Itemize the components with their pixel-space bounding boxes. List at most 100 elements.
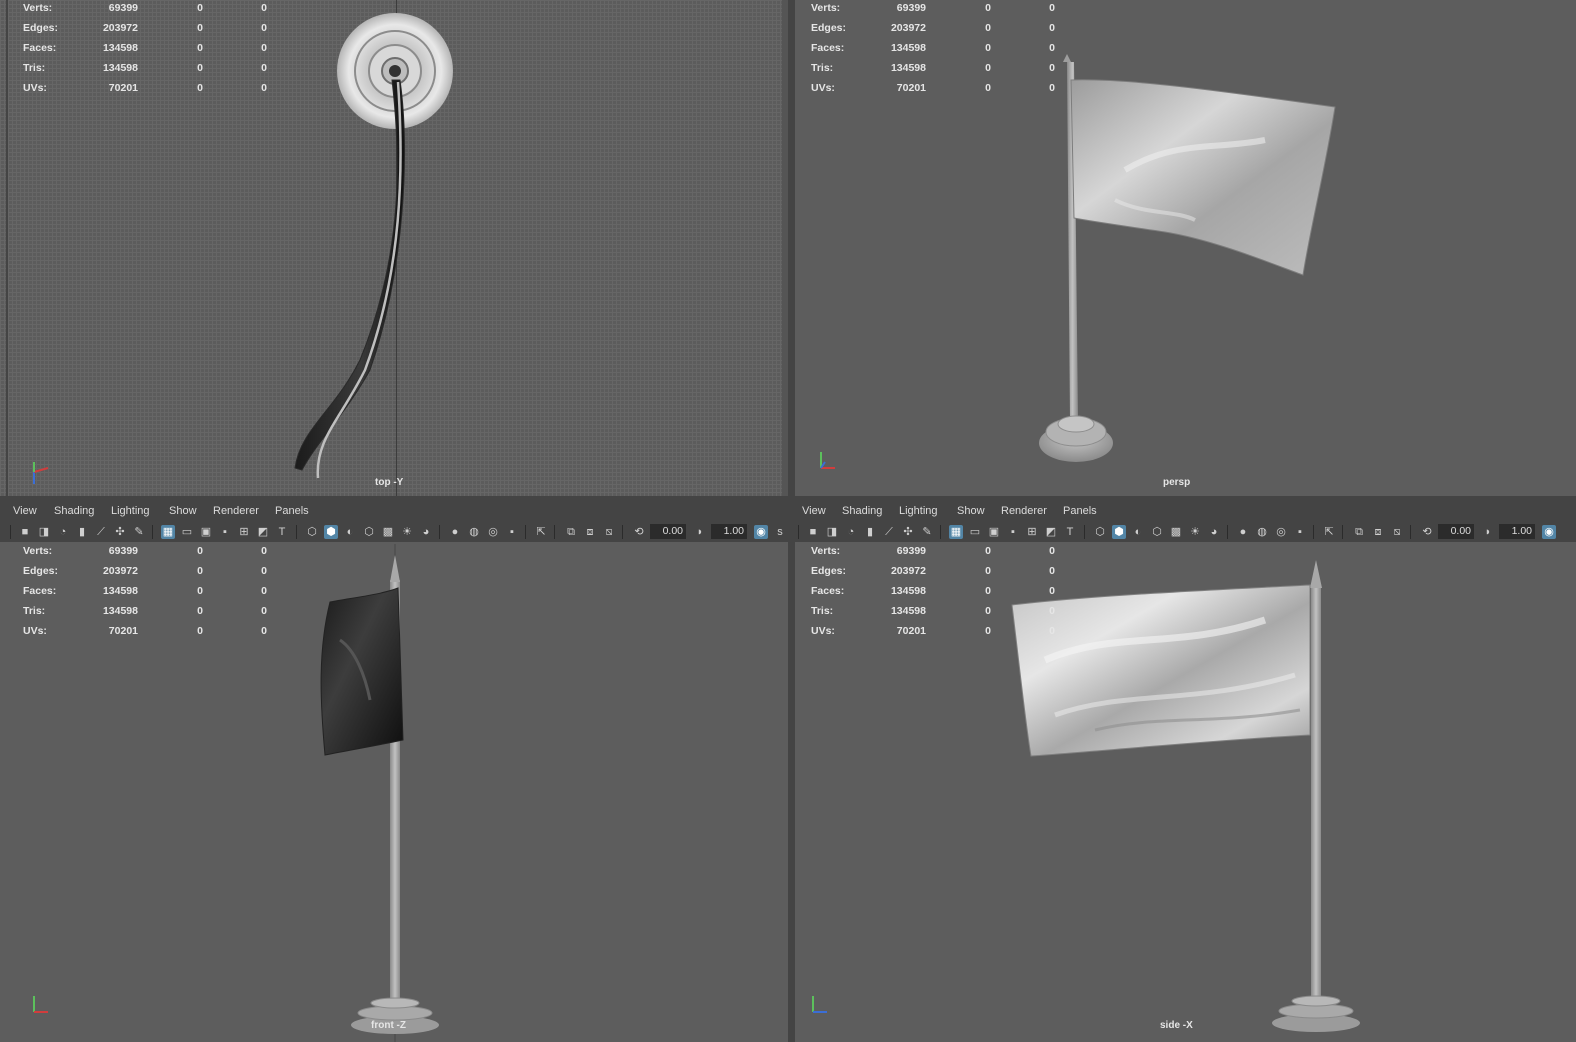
wireframe-icon[interactable]: ⬡ — [1093, 525, 1107, 539]
anti-aliasing-icon[interactable]: ◎ — [486, 525, 500, 539]
textured-icon[interactable]: ▩ — [1169, 525, 1183, 539]
color-management-icon[interactable]: ◉ — [1542, 525, 1556, 539]
camera-select-icon[interactable]: ■ — [806, 525, 820, 539]
backface-culling-icon[interactable]: ⧅ — [1390, 525, 1404, 539]
viewport-side[interactable]: View Shading Lighting Show Renderer Pane… — [795, 500, 1576, 1042]
overflow-icon[interactable]: s — [773, 525, 787, 539]
camera-name-label: top -Y — [375, 477, 404, 488]
gate-mask-icon[interactable]: ▪ — [218, 525, 232, 539]
menu-show[interactable]: Show — [169, 505, 197, 517]
menu-view[interactable]: View — [802, 505, 826, 517]
smooth-shade-icon[interactable]: ⬢ — [1112, 525, 1126, 539]
viewport-top[interactable]: Verts: 69399 0 0 Edges: 203972 0 0 Faces: 13459… — [0, 0, 788, 496]
wireframe-on-shaded-icon[interactable]: ⬡ — [1150, 525, 1164, 539]
panel-toolbar: ■ ◨ ◔ ▮ ⟋ ✣ ✎ ▦ ▭ ▣ ▪ ⊞ ◩ T ⬡ ⬢ ◐ ⬡ ▩ ☀ … — [0, 522, 788, 542]
menu-lighting[interactable]: Lighting — [899, 505, 938, 517]
xray-icon[interactable]: ⧉ — [1352, 525, 1366, 539]
gamma-field[interactable]: 1.00 — [1499, 524, 1535, 539]
bookmark-icon[interactable]: ▮ — [75, 525, 89, 539]
screen-space-ao-icon[interactable]: ● — [448, 525, 462, 539]
axis-gizmo-icon — [820, 452, 835, 469]
exposure-field[interactable]: 0.00 — [650, 524, 686, 539]
camera-lock-icon[interactable]: ◔ — [844, 525, 858, 539]
image-plane-icon[interactable]: ⟋ — [882, 525, 896, 539]
motion-blur-icon[interactable]: ◍ — [1255, 525, 1269, 539]
toolbar-separator — [1227, 525, 1228, 539]
image-plane-icon[interactable]: ⟋ — [94, 525, 108, 539]
xray-icon[interactable]: ⧉ — [564, 525, 578, 539]
motion-blur-icon[interactable]: ◍ — [467, 525, 481, 539]
resolution-gate-icon[interactable]: ▣ — [199, 525, 213, 539]
default-material-icon[interactable]: ◐ — [1131, 525, 1145, 539]
isolate-select-icon[interactable]: ⇱ — [1322, 525, 1336, 539]
textured-icon[interactable]: ▩ — [381, 525, 395, 539]
safe-action-icon[interactable]: ◩ — [1044, 525, 1058, 539]
viewport-front[interactable]: View Shading Lighting Show Renderer Pane… — [0, 500, 788, 1042]
isolate-select-icon[interactable]: ⇱ — [534, 525, 548, 539]
wireframe-on-shaded-icon[interactable]: ⬡ — [362, 525, 376, 539]
grid-icon[interactable]: ▦ — [949, 525, 963, 539]
viewport-persp[interactable]: Verts: 69399 0 0 Edges: 203972 0 0 Faces: 13459… — [795, 0, 1576, 496]
resolution-gate-icon[interactable]: ▣ — [987, 525, 1001, 539]
flag-front-view — [320, 544, 439, 1042]
menu-shading[interactable]: Shading — [54, 505, 94, 517]
axis-gizmo-icon — [812, 996, 827, 1013]
pan-zoom-icon[interactable]: ✣ — [113, 525, 127, 539]
pan-zoom-icon[interactable]: ✣ — [901, 525, 915, 539]
camera-attributes-icon[interactable]: ◨ — [37, 525, 51, 539]
safe-title-icon[interactable]: T — [1063, 525, 1077, 539]
menu-view[interactable]: View — [13, 505, 37, 517]
film-gate-icon[interactable]: ▭ — [180, 525, 194, 539]
gamma-icon[interactable]: ◗ — [1481, 525, 1495, 539]
smooth-shade-icon[interactable]: ⬢ — [324, 525, 338, 539]
safe-action-icon[interactable]: ◩ — [256, 525, 270, 539]
menu-renderer[interactable]: Renderer — [213, 505, 259, 517]
lights-icon[interactable]: ☀ — [1188, 525, 1202, 539]
gamma-field[interactable]: 1.00 — [711, 524, 747, 539]
default-material-icon[interactable]: ◐ — [343, 525, 357, 539]
color-management-icon[interactable]: ◉ — [754, 525, 768, 539]
depth-of-field-icon[interactable]: ▪ — [1293, 525, 1307, 539]
camera-attributes-icon[interactable]: ◨ — [825, 525, 839, 539]
gamma-icon[interactable]: ◗ — [693, 525, 707, 539]
grease-pencil-icon[interactable]: ✎ — [132, 525, 146, 539]
shadows-icon[interactable]: ◕ — [1207, 525, 1221, 539]
lights-icon[interactable]: ☀ — [400, 525, 414, 539]
safe-title-icon[interactable]: T — [275, 525, 289, 539]
menu-show[interactable]: Show — [957, 505, 985, 517]
shadows-icon[interactable]: ◕ — [419, 525, 433, 539]
menu-lighting[interactable]: Lighting — [111, 505, 150, 517]
bookmark-icon[interactable]: ▮ — [863, 525, 877, 539]
depth-of-field-icon[interactable]: ▪ — [505, 525, 519, 539]
xray-joints-icon[interactable]: ⧈ — [1371, 525, 1385, 539]
toolbar-separator — [1084, 525, 1085, 539]
exposure-icon[interactable]: ⟲ — [632, 525, 646, 539]
toolbar-separator — [1410, 525, 1411, 539]
toolbar-separator — [1342, 525, 1343, 539]
menu-shading[interactable]: Shading — [842, 505, 882, 517]
screen-space-ao-icon[interactable]: ● — [1236, 525, 1250, 539]
field-chart-icon[interactable]: ⊞ — [237, 525, 251, 539]
backface-culling-icon[interactable]: ⧅ — [602, 525, 616, 539]
anti-aliasing-icon[interactable]: ◎ — [1274, 525, 1288, 539]
field-chart-icon[interactable]: ⊞ — [1025, 525, 1039, 539]
toolbar-separator — [525, 525, 526, 539]
grease-pencil-icon[interactable]: ✎ — [920, 525, 934, 539]
menu-panels[interactable]: Panels — [275, 505, 309, 517]
toolbar-separator — [622, 525, 623, 539]
panel-menu-bar: View Shading Lighting Show Renderer Pane… — [0, 500, 788, 522]
exposure-icon[interactable]: ⟲ — [1420, 525, 1434, 539]
exposure-field[interactable]: 0.00 — [1438, 524, 1474, 539]
toolbar-separator — [1313, 525, 1314, 539]
menu-renderer[interactable]: Renderer — [1001, 505, 1047, 517]
gate-mask-icon[interactable]: ▪ — [1006, 525, 1020, 539]
wireframe-icon[interactable]: ⬡ — [305, 525, 319, 539]
xray-joints-icon[interactable]: ⧈ — [583, 525, 597, 539]
toolbar-separator — [554, 525, 555, 539]
film-gate-icon[interactable]: ▭ — [968, 525, 982, 539]
menu-panels[interactable]: Panels — [1063, 505, 1097, 517]
camera-lock-icon[interactable]: ◔ — [56, 525, 70, 539]
grid-icon[interactable]: ▦ — [161, 525, 175, 539]
camera-select-icon[interactable]: ■ — [18, 525, 32, 539]
toolbar-separator — [439, 525, 440, 539]
